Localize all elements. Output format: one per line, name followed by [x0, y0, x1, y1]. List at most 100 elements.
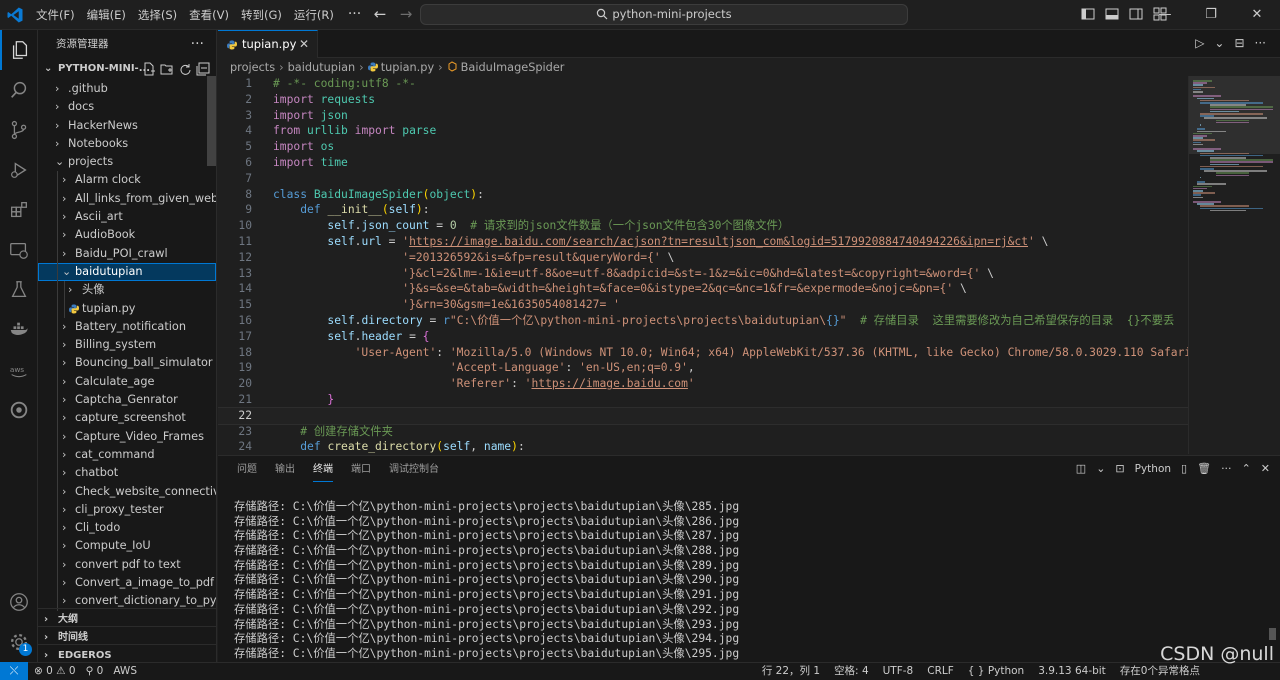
- menu-view[interactable]: 查看(V): [183, 0, 235, 30]
- folder-item[interactable]: › cat_command: [38, 445, 216, 465]
- problems-status[interactable]: ⊗ 0 ⚠ 0: [34, 663, 76, 680]
- folder-item[interactable]: › convert pdf to text: [38, 555, 216, 575]
- code-line[interactable]: 18 'User-Agent': 'Mozilla/5.0 (Windows N…: [218, 345, 1188, 361]
- python-interpreter[interactable]: 3.9.13 64-bit: [1038, 663, 1106, 680]
- code-line[interactable]: 17 self.header = {: [218, 329, 1188, 345]
- source-control-icon[interactable]: [0, 110, 38, 150]
- run-dropdown-chevron-icon[interactable]: ⌄: [1214, 36, 1224, 50]
- folder-item[interactable]: › Check_website_connectivity: [38, 482, 216, 501]
- indentation[interactable]: 空格: 4: [834, 663, 869, 680]
- folder-item[interactable]: › Notebooks: [38, 135, 216, 153]
- terminal-split-icon[interactable]: ▯: [1181, 462, 1187, 475]
- code-line[interactable]: 6 import time: [218, 155, 1188, 171]
- file-item-tupian-py[interactable]: tupian.py: [38, 299, 216, 318]
- folder-item[interactable]: › Battery_notification: [38, 317, 216, 337]
- folder-item-baidutupian[interactable]: ⌄ baidutupian: [38, 262, 216, 282]
- panel-more-icon[interactable]: ···: [1221, 462, 1232, 475]
- minimize-icon[interactable]: —: [1142, 0, 1188, 30]
- code-line[interactable]: 7: [218, 171, 1188, 187]
- tab-output[interactable]: 输出: [266, 456, 304, 484]
- code-line[interactable]: 4 from urllib import parse: [218, 123, 1188, 139]
- search-view-icon[interactable]: [0, 70, 38, 110]
- chevron-down-icon[interactable]: ⌄: [1096, 462, 1105, 475]
- aws-status[interactable]: AWS: [113, 663, 137, 680]
- collapse-all-icon[interactable]: [196, 62, 210, 76]
- code-line[interactable]: 21 }: [218, 392, 1188, 408]
- account-icon[interactable]: [0, 582, 38, 622]
- breadcrumb-baidutupian[interactable]: baidutupian: [288, 61, 356, 74]
- folder-item[interactable]: › AudioBook: [38, 226, 216, 245]
- split-terminal-icon[interactable]: ◫: [1076, 462, 1086, 475]
- menu-selection[interactable]: 选择(S): [132, 0, 183, 30]
- testing-flask-icon[interactable]: [0, 270, 38, 310]
- folder-item[interactable]: ⌄ projects: [38, 153, 216, 171]
- folder-item[interactable]: › Capture_Video_Frames: [38, 427, 216, 446]
- breadcrumb-projects[interactable]: projects: [230, 61, 275, 74]
- edgeros-section[interactable]: › EDGEROS: [38, 644, 216, 662]
- code-line[interactable]: 11 self.url = 'https://image.baidu.com/s…: [218, 234, 1188, 250]
- folder-item[interactable]: › Alarm clock: [38, 171, 216, 190]
- menu-run[interactable]: 运行(R): [288, 0, 340, 30]
- remote-explorer-icon[interactable]: [0, 230, 38, 270]
- code-line[interactable]: 24 def create_directory(self, name):: [218, 439, 1188, 454]
- new-folder-icon[interactable]: [160, 62, 174, 76]
- code-line[interactable]: 19 'Accept-Language': 'en-US,en;q=0.9',: [218, 360, 1188, 376]
- code-line[interactable]: 10 self.json_count = 0 # 请求到的json文件数量（一个…: [218, 218, 1188, 234]
- explorer-icon[interactable]: [0, 30, 38, 70]
- code-line[interactable]: 14 '}&s=&se=&tab=&width=&height=&face=0&…: [218, 281, 1188, 297]
- folder-item[interactable]: › docs: [38, 98, 216, 116]
- folder-item[interactable]: › Billing_system: [38, 336, 216, 355]
- close-panel-icon[interactable]: ✕: [1261, 462, 1270, 475]
- menu-file[interactable]: 文件(F): [30, 0, 81, 30]
- explorer-more-icon[interactable]: ···: [191, 30, 204, 58]
- refresh-icon[interactable]: [178, 62, 192, 76]
- kill-terminal-trash-icon[interactable]: 🗑: [1197, 462, 1211, 475]
- docker-icon[interactable]: [0, 310, 38, 350]
- forward-arrow-icon[interactable]: →: [398, 5, 414, 23]
- editor-more-icon[interactable]: ···: [1255, 36, 1266, 50]
- extensions-icon[interactable]: [0, 190, 38, 230]
- tab-debug-console[interactable]: 调试控制台: [380, 456, 448, 484]
- remote-indicator-icon[interactable]: ⤬: [0, 662, 28, 680]
- folder-item[interactable]: › chatbot: [38, 464, 216, 483]
- back-arrow-icon[interactable]: ←: [372, 5, 388, 23]
- terminal-scrollbar[interactable]: [1269, 628, 1276, 640]
- menu-go[interactable]: 转到(G): [235, 0, 288, 30]
- run-file-icon[interactable]: ▷: [1195, 36, 1204, 50]
- close-tab-icon[interactable]: ✕: [299, 31, 309, 58]
- tab-terminal[interactable]: 终端: [304, 456, 342, 484]
- tab-ports[interactable]: 端口: [342, 456, 380, 484]
- folder-item[interactable]: › 头像: [38, 281, 216, 300]
- workspace-root[interactable]: ⌄ PYTHON-MINI-...: [38, 58, 216, 80]
- sidebar-scrollbar[interactable]: [207, 76, 216, 166]
- tab-tupian-py[interactable]: tupian.py ✕: [218, 30, 318, 58]
- settings-gear-icon[interactable]: 1: [0, 622, 38, 662]
- folder-item[interactable]: › Convert_a_image_to_pdf: [38, 574, 216, 593]
- code-line[interactable]: 12 '=201326592&is=&fp=result&queryWord={…: [218, 250, 1188, 266]
- extra-status[interactable]: 存在0个异常格点: [1120, 663, 1200, 680]
- minimap[interactable]: [1188, 76, 1280, 454]
- code-line[interactable]: 1 # -*- coding:utf8 -*-: [218, 76, 1188, 92]
- code-line[interactable]: 5 import os: [218, 139, 1188, 155]
- breadcrumb-class[interactable]: BaiduImageSpider: [461, 61, 565, 74]
- toggle-sidebar-icon[interactable]: [1080, 6, 1096, 22]
- code-line[interactable]: 15 '}&rn=30&gsm=1e&1635054081427= ': [218, 297, 1188, 313]
- command-center-search[interactable]: python-mini-projects: [420, 4, 908, 25]
- code-line[interactable]: 13 '}&cl=2&lm=-1&ie=utf-8&oe=utf-8&adpic…: [218, 266, 1188, 282]
- folder-item[interactable]: › Cli_todo: [38, 519, 216, 538]
- maximize-icon[interactable]: ❐: [1188, 0, 1234, 30]
- encoding[interactable]: UTF-8: [883, 663, 914, 680]
- split-editor-icon[interactable]: ⊟: [1234, 36, 1244, 50]
- breadcrumb-file[interactable]: tupian.py: [381, 61, 434, 74]
- ports-status[interactable]: ⚲ 0: [86, 663, 104, 680]
- new-file-icon[interactable]: [142, 62, 156, 76]
- folder-item[interactable]: › capture_screenshot: [38, 409, 216, 428]
- tab-problems[interactable]: 问题: [228, 456, 266, 484]
- folder-item[interactable]: › All_links_from_given_webpa...: [38, 189, 216, 209]
- code-line[interactable]: 9 def __init__(self):: [218, 202, 1188, 218]
- code-line[interactable]: 16 self.directory = r"C:\价值一个亿\python-mi…: [218, 313, 1188, 329]
- folder-item[interactable]: › Ascii_art: [38, 208, 216, 227]
- menu-more-button[interactable]: ···: [340, 0, 369, 30]
- code-line[interactable]: 8 class BaiduImageSpider(object):: [218, 187, 1188, 203]
- code-line[interactable]: 2 import requests: [218, 92, 1188, 108]
